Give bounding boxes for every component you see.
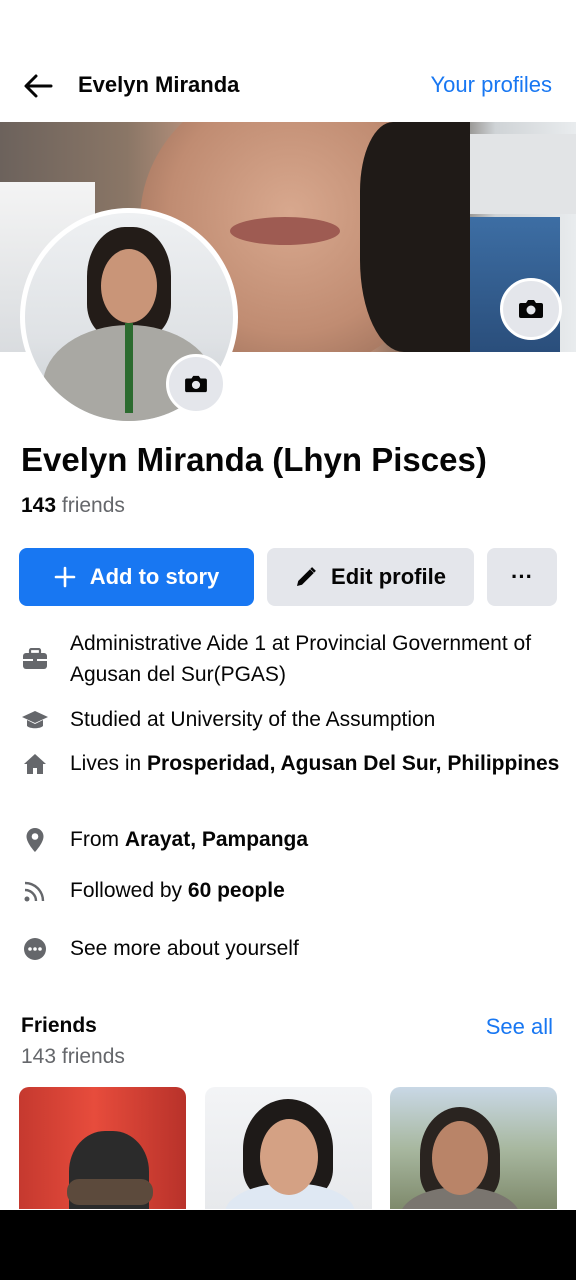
detail-education[interactable]: Studied at University of the Assumption	[20, 704, 560, 735]
see-all-friends-link[interactable]: See all	[486, 1014, 553, 1040]
profile-actions: Add to story Edit profile ···	[19, 548, 557, 606]
briefcase-icon	[20, 644, 50, 674]
friend-thumbnail[interactable]	[205, 1087, 372, 1209]
friend-thumbnail[interactable]	[19, 1087, 186, 1209]
friend-photo-face	[432, 1121, 488, 1195]
friend-photo-face	[260, 1119, 318, 1195]
edit-cover-photo-button[interactable]	[500, 278, 562, 340]
graduation-cap-icon	[20, 705, 50, 735]
detail-lives-in[interactable]: Lives in Prosperidad, Agusan Del Sur, Ph…	[20, 748, 560, 779]
top-bar: Evelyn Miranda Your profiles	[0, 52, 576, 120]
friends-count-number: 143	[21, 494, 57, 517]
add-to-story-button[interactable]: Add to story	[19, 548, 254, 606]
friends-count[interactable]: 143 friends	[21, 494, 125, 518]
more-options-button[interactable]: ···	[487, 548, 557, 606]
lives-in-prefix: Lives in	[70, 752, 148, 775]
add-to-story-label: Add to story	[89, 564, 220, 589]
see-more-about-yourself[interactable]: See more about yourself	[20, 933, 560, 964]
location-pin-icon	[20, 825, 50, 855]
edit-profile-picture-button[interactable]	[166, 354, 226, 414]
followed-prefix: Followed by	[70, 879, 188, 902]
camera-icon	[519, 300, 543, 318]
friend-photo-goggles	[67, 1179, 153, 1205]
avatar-face	[101, 249, 157, 323]
edit-profile-label: Edit profile	[331, 564, 446, 589]
from-text: From Arayat, Pampanga	[70, 824, 308, 855]
cover-lips	[230, 217, 340, 245]
work-text: Administrative Aide 1 at Provincial Gove…	[70, 632, 532, 686]
friends-section-title: Friends	[21, 1014, 97, 1037]
from-prefix: From	[70, 828, 125, 851]
detail-from[interactable]: From Arayat, Pampanga	[20, 824, 560, 855]
cover-hair	[360, 122, 470, 352]
detail-work[interactable]: Administrative Aide 1 at Provincial Gove…	[20, 628, 560, 690]
back-button[interactable]	[20, 68, 56, 104]
lives-in-text: Lives in Prosperidad, Agusan Del Sur, Ph…	[70, 748, 559, 779]
plus-icon	[54, 566, 76, 588]
followed-count: 60 people	[187, 879, 285, 902]
arrow-left-icon	[24, 74, 53, 98]
cover-background-shelf	[462, 134, 576, 214]
pencil-icon	[295, 566, 317, 588]
lives-in-place: Prosperidad, Agusan Del Sur, Philippines	[147, 752, 560, 775]
friend-thumbnail[interactable]	[390, 1087, 557, 1209]
followed-by-text: Followed by 60 people	[70, 875, 285, 906]
your-profiles-link[interactable]: Your profiles	[431, 72, 552, 98]
rss-feed-icon	[20, 876, 50, 906]
avatar-lanyard	[125, 323, 133, 413]
edit-profile-button[interactable]: Edit profile	[267, 548, 474, 606]
more-dots-circle-icon	[20, 934, 50, 964]
education-text: Studied at University of the Assumption	[70, 708, 436, 731]
see-more-text: See more about yourself	[70, 937, 299, 960]
detail-followed-by[interactable]: Followed by 60 people	[20, 875, 560, 906]
camera-icon	[185, 375, 207, 393]
page-title: Evelyn Miranda	[78, 72, 240, 97]
friends-section-count: 143 friends	[21, 1045, 125, 1068]
more-dots-icon: ···	[511, 564, 533, 589]
from-place: Arayat, Pampanga	[124, 828, 309, 851]
system-navigation-bar	[0, 1210, 576, 1280]
profile-name: Evelyn Miranda (Lhyn Pisces)	[21, 441, 487, 478]
friends-count-label: friends	[56, 494, 125, 517]
home-icon	[20, 749, 50, 779]
